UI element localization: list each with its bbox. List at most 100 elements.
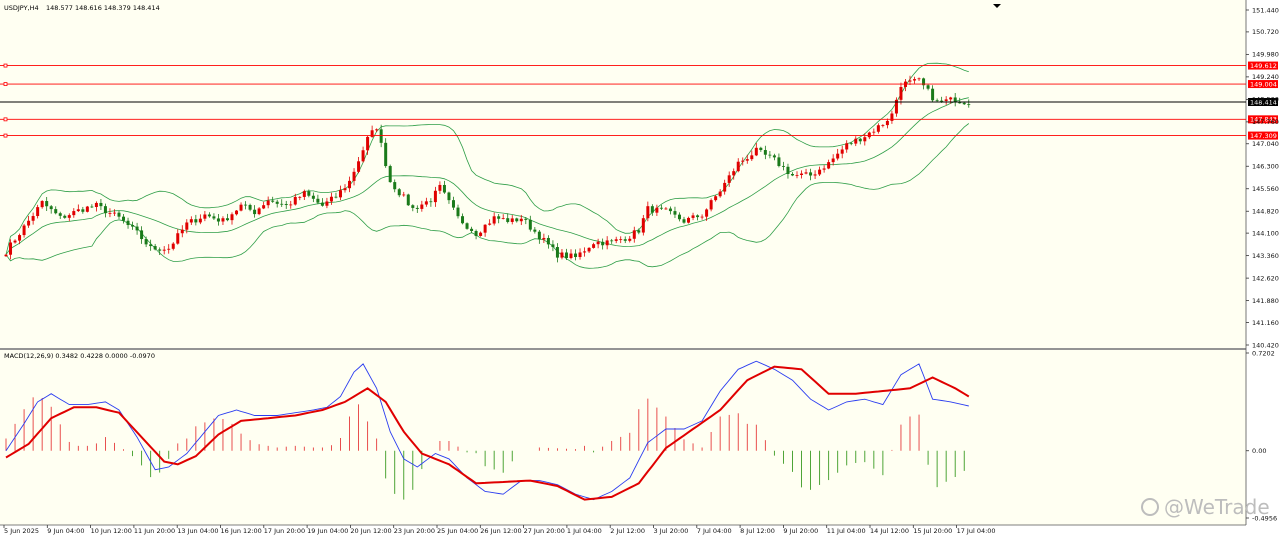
candle-body bbox=[176, 233, 180, 244]
candle-body bbox=[605, 240, 609, 246]
candle-body bbox=[831, 158, 835, 163]
candle-body bbox=[27, 220, 31, 226]
candle-body bbox=[63, 215, 67, 218]
time-tick-label: 17 Jul 04:00 bbox=[957, 527, 996, 535]
candle-body bbox=[786, 166, 790, 175]
candle-body bbox=[194, 219, 198, 223]
candle-body bbox=[623, 239, 627, 241]
time-tick-label: 23 Jun 20:00 bbox=[394, 527, 435, 535]
candle-body bbox=[759, 147, 763, 151]
candle-body bbox=[239, 204, 243, 211]
time-tick-label: 11 Jun 20:00 bbox=[134, 527, 175, 535]
level-price-label: 147.309 bbox=[1250, 132, 1277, 140]
candle-body bbox=[804, 172, 808, 174]
candle-body bbox=[885, 120, 889, 126]
candle-body bbox=[867, 132, 871, 138]
candle-body bbox=[745, 159, 749, 161]
candle-body bbox=[22, 225, 26, 236]
time-tick-label: 9 Jun 04:00 bbox=[47, 527, 84, 535]
candle-body bbox=[140, 230, 144, 240]
candle-body bbox=[772, 155, 776, 158]
candle-body bbox=[275, 201, 279, 204]
time-tick-label: 1 Jul 04:00 bbox=[567, 527, 602, 535]
candle-body bbox=[99, 202, 103, 207]
candle-body bbox=[732, 171, 736, 176]
candle-body bbox=[257, 208, 261, 215]
candle-body bbox=[4, 254, 8, 257]
candle-body bbox=[628, 238, 632, 241]
candle-body bbox=[596, 241, 600, 245]
candle-body bbox=[393, 182, 397, 190]
candle-body bbox=[741, 160, 745, 162]
candle-body bbox=[840, 149, 844, 154]
candle-body bbox=[958, 102, 962, 104]
time-tick-label: 10 Jun 12:00 bbox=[91, 527, 132, 535]
candle-body bbox=[822, 168, 826, 170]
candle-body bbox=[913, 79, 917, 81]
candle-body bbox=[316, 198, 320, 203]
candle-body bbox=[551, 244, 555, 248]
candle-body bbox=[248, 204, 252, 210]
candle-body bbox=[465, 223, 469, 229]
candle-body bbox=[13, 240, 17, 243]
candle-body bbox=[763, 150, 767, 155]
candle-body bbox=[646, 206, 650, 219]
candle-body bbox=[103, 206, 107, 214]
time-tick-label: 11 Jul 04:00 bbox=[827, 527, 866, 535]
candle-body bbox=[424, 201, 428, 205]
candle-body bbox=[397, 189, 401, 196]
candle-body bbox=[203, 214, 207, 219]
candle-body bbox=[338, 190, 342, 198]
candle-body bbox=[153, 246, 157, 250]
candle-body bbox=[189, 219, 193, 223]
candle-body bbox=[289, 204, 293, 206]
candle-body bbox=[849, 143, 853, 145]
candle-body bbox=[682, 219, 686, 223]
candle-body bbox=[949, 97, 953, 100]
candle-body bbox=[519, 218, 523, 222]
candle-body bbox=[311, 195, 315, 199]
time-axis-ticks: 5 Jun 2025 9 Jun 04:00 10 Jun 12:00 11 Jun … bbox=[3, 525, 996, 535]
candle-body bbox=[302, 191, 306, 197]
candle-body bbox=[533, 229, 537, 232]
candle-body bbox=[474, 231, 478, 236]
candle-body bbox=[420, 204, 424, 209]
candle-body bbox=[881, 125, 885, 126]
price-tick-label: 146.300 bbox=[1252, 163, 1279, 171]
price-tick-label: 140.420 bbox=[1252, 341, 1279, 349]
candle-body bbox=[836, 153, 840, 159]
price-tick-label: 144.820 bbox=[1252, 208, 1279, 216]
time-tick-label: 13 Jun 04:00 bbox=[177, 527, 218, 535]
time-tick-label: 7 Jul 04:00 bbox=[697, 527, 732, 535]
candle-body bbox=[610, 240, 614, 242]
time-tick-label: 19 Jun 04:00 bbox=[307, 527, 348, 535]
candle-body bbox=[167, 248, 171, 250]
candle-body bbox=[54, 209, 58, 214]
candle-body bbox=[546, 237, 550, 245]
candle-body bbox=[442, 184, 446, 193]
candle-body bbox=[126, 220, 130, 226]
candle-body bbox=[524, 218, 528, 220]
candle-body bbox=[854, 138, 858, 144]
candle-body bbox=[537, 231, 541, 240]
candle-body bbox=[542, 237, 546, 240]
trading-chart[interactable]: 149.612149.004148.414147.843147.309 151.… bbox=[0, 0, 1280, 537]
time-tick-label: 9 Jul 20:00 bbox=[783, 527, 818, 535]
candle-body bbox=[750, 155, 754, 160]
candle-body bbox=[235, 210, 239, 215]
candle-body bbox=[58, 213, 62, 216]
candle-body bbox=[216, 218, 220, 222]
candle-body bbox=[583, 251, 587, 253]
candle-body bbox=[361, 150, 365, 162]
candle-body bbox=[777, 157, 781, 166]
candle-body bbox=[664, 208, 668, 210]
candle-body bbox=[641, 218, 645, 233]
candle-body bbox=[298, 196, 302, 198]
level-anchor-handle bbox=[3, 82, 8, 86]
candle-body bbox=[931, 88, 935, 101]
main-panel-background bbox=[0, 0, 1246, 348]
candle-body bbox=[40, 201, 44, 208]
candle-body bbox=[94, 202, 98, 207]
candle-body bbox=[429, 201, 433, 203]
candle-body bbox=[781, 165, 785, 167]
